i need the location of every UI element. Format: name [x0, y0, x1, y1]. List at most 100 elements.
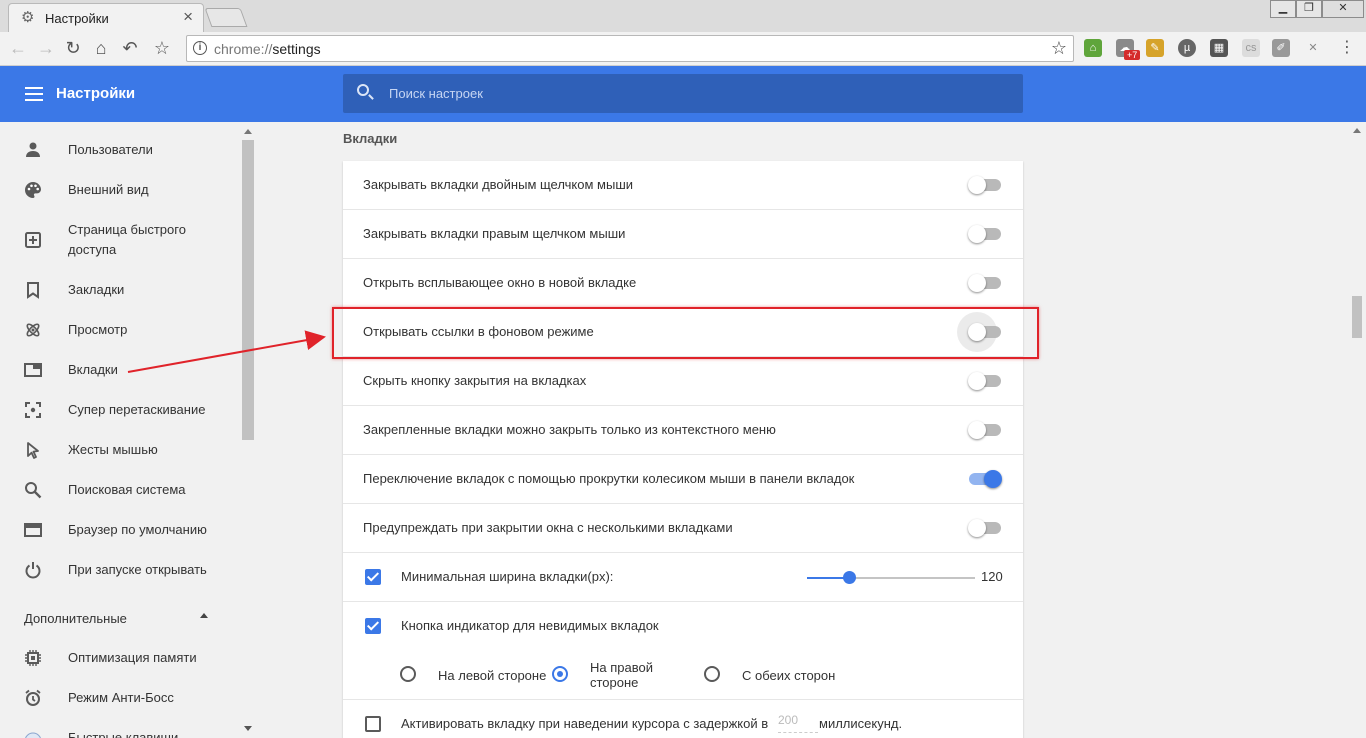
search-input[interactable]: Поиск настроек: [343, 74, 1023, 113]
reload-icon[interactable]: ↻: [62, 37, 84, 59]
brush-extension-icon[interactable]: ✎: [1146, 39, 1164, 57]
home-icon[interactable]: ⌂: [90, 37, 112, 59]
search-icon: [357, 84, 369, 96]
setting-label: Закрывать вкладки двойным щелчком мыши: [363, 177, 634, 192]
bookmark-icon: [24, 281, 42, 299]
collapse-arrow-icon[interactable]: [200, 613, 208, 618]
radio-left-side[interactable]: [400, 666, 416, 682]
sidebar-item-speed-dial[interactable]: Страница быстрого доступа: [0, 220, 240, 260]
palette-icon: [24, 181, 42, 199]
forward-icon[interactable]: →: [35, 37, 57, 59]
delay-input[interactable]: 200: [778, 713, 818, 733]
sidebar-item-browsing[interactable]: Просмотр: [0, 310, 240, 350]
sidebar-item-label: Поисковая система: [68, 482, 186, 497]
toggle-switch[interactable]: [968, 519, 1001, 537]
sidebar-item-label: Жесты мышью: [68, 442, 158, 457]
sidebar-item-super-drag[interactable]: Супер перетаскивание: [0, 390, 240, 430]
setting-label: Скрыть кнопку закрытия на вкладках: [363, 373, 587, 388]
new-tab-button[interactable]: [204, 8, 248, 27]
setting-label: Предупреждать при закрытии окна с нескол…: [363, 520, 733, 535]
extension-badge: +7: [1124, 50, 1141, 60]
bookmarks-star-icon[interactable]: ☆: [151, 37, 173, 59]
grid-extension-icon[interactable]: ▦: [1210, 39, 1228, 57]
setting-label: Переключение вкладок с помощью прокрутки…: [363, 471, 855, 486]
address-bar[interactable]: i chrome://settings ☆: [186, 35, 1074, 62]
home-extension-icon[interactable]: ⌂: [1084, 39, 1102, 57]
alarm-icon: [24, 689, 42, 707]
close-window-button[interactable]: ✕: [1322, 0, 1364, 18]
indicator-checkbox[interactable]: [365, 618, 381, 634]
sidebar-item-default-browser[interactable]: Браузер по умолчанию: [0, 510, 240, 550]
sidebar-item-on-startup[interactable]: При запуске открывать: [0, 550, 240, 590]
tab-title: Настройки: [45, 11, 109, 26]
sidebar-item-tabs[interactable]: Вкладки: [0, 350, 240, 390]
advanced-section-toggle[interactable]: Дополнительные: [24, 611, 127, 626]
scroll-down-arrow-icon[interactable]: [244, 726, 252, 731]
toggle-switch[interactable]: [968, 225, 1001, 243]
sidebar-item-anti-boss[interactable]: Режим Анти-Босс: [0, 678, 240, 718]
tab-close-button[interactable]: ×: [183, 8, 193, 26]
chip-icon: [24, 649, 42, 667]
scrollbar-thumb[interactable]: [1352, 296, 1362, 338]
sidebar-item-label: Пользователи: [68, 142, 153, 157]
scrollbar-thumb[interactable]: [242, 140, 254, 440]
bookmark-star-icon[interactable]: ☆: [1051, 38, 1067, 59]
radio-both-sides[interactable]: [704, 666, 720, 682]
sidebar-item-hotkeys[interactable]: Быстрые клавиши: [0, 718, 240, 738]
sidebar-item-label: Просмотр: [68, 322, 128, 337]
title-bar: ⚙ Настройки × ▁ ❐ ✕: [0, 0, 1366, 32]
setting-label: Закрывать вкладки правым щелчком мыши: [363, 226, 626, 241]
css-extension-icon[interactable]: cs: [1242, 39, 1260, 57]
section-title: Вкладки: [343, 131, 398, 146]
toggle-switch[interactable]: [968, 176, 1001, 194]
sidebar-item-bookmarks[interactable]: Закладки: [0, 270, 240, 310]
sidebar-item-search-engine[interactable]: Поисковая система: [0, 470, 240, 510]
setting-label: Закрепленные вкладки можно закрыть тольк…: [363, 422, 776, 437]
menu-icon[interactable]: ⋮: [1338, 39, 1356, 57]
radio-label: С обеих сторон: [742, 668, 836, 683]
scroll-up-arrow-icon[interactable]: [244, 129, 252, 134]
browser-tab[interactable]: ⚙ Настройки ×: [8, 3, 204, 32]
sidebar-scrollbar[interactable]: [240, 122, 256, 738]
cursor-icon: [24, 441, 42, 459]
pen-extension-icon[interactable]: ✐: [1272, 39, 1290, 57]
toggle-switch[interactable]: [969, 470, 1002, 488]
speed-dial-icon: [24, 231, 42, 249]
highlight-box: [332, 307, 1039, 359]
setting-row-hover-activate: Активировать вкладку при наведении курсо…: [343, 700, 1023, 738]
setting-label: Кнопка индикатор для невидимых вкладок: [401, 618, 659, 633]
setting-row: Переключение вкладок с помощью прокрутки…: [343, 455, 1023, 504]
back-icon[interactable]: ←: [7, 37, 29, 59]
sidebar-item-label: Внешний вид: [68, 182, 149, 197]
sidebar-item-label: Страница быстрого доступа: [68, 222, 186, 257]
close-extension-icon[interactable]: ✕: [1304, 39, 1322, 57]
toggle-switch[interactable]: [968, 274, 1001, 292]
search-placeholder: Поиск настроек: [389, 86, 483, 101]
slider-knob[interactable]: [843, 571, 856, 584]
setting-row: Открыть всплывающее окно в новой вкладке: [343, 259, 1023, 308]
menu-hamburger-icon[interactable]: [25, 87, 43, 101]
sidebar-item-memory[interactable]: Оптимизация памяти: [0, 638, 240, 678]
restore-button[interactable]: ❐: [1296, 0, 1322, 18]
undo-close-tab-icon[interactable]: ↶: [119, 37, 141, 59]
info-icon[interactable]: i: [193, 41, 207, 55]
sidebar-item-appearance[interactable]: Внешний вид: [0, 170, 240, 210]
radio-right-side[interactable]: [552, 666, 568, 682]
minimize-button[interactable]: ▁: [1270, 0, 1296, 18]
drag-target-icon: [24, 401, 42, 419]
main-scrollbar[interactable]: [1348, 122, 1366, 738]
keyboard-icon: [24, 729, 42, 738]
toggle-switch[interactable]: [968, 372, 1001, 390]
min-width-slider[interactable]: [807, 571, 975, 584]
browser-window-icon: [24, 521, 42, 539]
page-title: Настройки: [56, 85, 136, 102]
scroll-up-arrow-icon[interactable]: [1353, 128, 1361, 133]
utorrent-extension-icon[interactable]: µ: [1178, 39, 1196, 57]
toggle-switch[interactable]: [968, 421, 1001, 439]
hover-activate-checkbox[interactable]: [365, 716, 381, 732]
sidebar-item-users[interactable]: Пользователи: [0, 130, 240, 170]
sidebar-item-mouse-gestures[interactable]: Жесты мышью: [0, 430, 240, 470]
sidebar-item-label: Быстрые клавиши: [68, 730, 179, 738]
min-width-checkbox[interactable]: [365, 569, 381, 585]
tabs-settings-card: Закрывать вкладки двойным щелчком мыши З…: [343, 161, 1023, 738]
